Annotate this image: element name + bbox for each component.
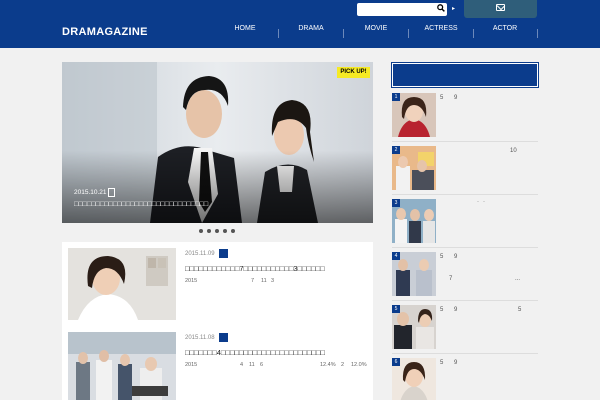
slider-dot[interactable]	[231, 229, 235, 233]
excerpt-text: 2	[341, 362, 345, 368]
search-input[interactable]	[357, 3, 447, 16]
ranking-header	[391, 62, 539, 88]
featured-slider[interactable]	[62, 62, 373, 223]
folder-icon	[108, 188, 115, 197]
slider-dot[interactable]	[199, 229, 203, 233]
excerpt-text: 7	[251, 278, 255, 284]
article-title[interactable]: □□□□□□□□□□□□7□□□□□□□□□□□3□□□□□□	[185, 264, 325, 273]
main-nav: HOME DRAMA MOVIE ACTRESS ACTOR	[212, 24, 538, 38]
ranking-item[interactable]: 4 5 9 7 ...	[392, 252, 538, 305]
nav-item-movie[interactable]: MOVIE	[343, 24, 409, 38]
contact-button[interactable]	[464, 0, 537, 18]
ranking-text: 10	[510, 148, 517, 154]
excerpt-text: 4	[240, 362, 244, 368]
rank-number: 5	[392, 305, 400, 313]
article-title[interactable]: □□□□□□□4□□□□□□□□□□□□□□□□□□□□□□□	[185, 348, 325, 357]
slide-date: 2015.10.21	[74, 189, 107, 196]
ranking-text: ...	[515, 276, 521, 282]
excerpt-text: 2015	[185, 362, 198, 368]
article-date: 2015.11.09	[185, 251, 215, 257]
nav-divider	[537, 29, 538, 38]
ranking-text: 5	[440, 360, 444, 366]
article-card[interactable]: 2015.11.09 □□□□□□□□□□□□7□□□□□□□□□□□3□□□□…	[62, 242, 373, 329]
ranking-text: 5	[440, 254, 444, 260]
rank-number: 6	[392, 358, 400, 366]
article-thumbnail	[68, 248, 176, 320]
rank-number: 4	[392, 252, 400, 260]
ranking-item[interactable]: 6 5 9	[392, 358, 538, 400]
ranking-text: 9	[454, 307, 458, 313]
nav-item-home[interactable]: HOME	[212, 24, 278, 38]
featured-photo	[62, 62, 373, 223]
search-icon[interactable]	[436, 4, 445, 15]
excerpt-text: 11	[261, 278, 267, 284]
excerpt-text: 3	[271, 278, 275, 284]
ranking-divider	[392, 194, 538, 195]
rank-number: 1	[392, 93, 400, 101]
site-logo[interactable]: DRAMAGAZINE	[62, 26, 148, 38]
search-toggle-icon[interactable]: ▸	[452, 4, 455, 14]
mail-icon	[496, 4, 505, 11]
ranking-text: 9	[454, 95, 458, 101]
ranking-item[interactable]: 3 · ·	[392, 199, 538, 252]
article-date: 2015.11.08	[185, 335, 215, 341]
ranking-item[interactable]: 1 5 9	[392, 93, 538, 146]
ranking-divider	[392, 247, 538, 248]
nav-item-drama[interactable]: DRAMA	[278, 24, 344, 38]
site-header: DRAMAGAZINE ▸ HOME DRAMA MOVIE ACTRESS A…	[0, 0, 600, 48]
excerpt-text: 6	[260, 362, 264, 368]
excerpt-text: 11	[249, 362, 255, 368]
nav-item-actress[interactable]: ACTRESS	[408, 24, 474, 38]
excerpt-text: 12.4%	[320, 362, 336, 368]
ranking-text: 7	[449, 276, 453, 282]
folder-icon[interactable]	[219, 333, 228, 342]
article-card[interactable]: 2015.11.08 □□□□□□□4□□□□□□□□□□□□□□□□□□□□□…	[62, 326, 373, 400]
rank-number: 3	[392, 199, 400, 207]
ranking-divider	[392, 141, 538, 142]
ranking-text: 5	[518, 307, 522, 313]
ranking-text: 5	[440, 95, 444, 101]
excerpt-text: 2015	[185, 278, 198, 284]
slider-pagination	[199, 229, 244, 235]
slide-title[interactable]: □□□□□□□□□□□□□□□□□□□□□□□□□□□□□□□	[74, 201, 208, 208]
pickup-badge: PICK UP!	[337, 67, 370, 78]
ranking-text: ·	[483, 199, 485, 205]
article-thumbnail	[68, 332, 176, 400]
ranking-text: ·	[477, 199, 479, 205]
slider-dot[interactable]	[223, 229, 227, 233]
ranking-item[interactable]: 2 10	[392, 146, 538, 199]
slider-dot[interactable]	[207, 229, 211, 233]
slider-dot[interactable]	[215, 229, 219, 233]
folder-icon[interactable]	[219, 249, 228, 258]
ranking-text: 9	[454, 360, 458, 366]
ranking-text: 9	[454, 254, 458, 260]
excerpt-text: 12.0%	[351, 362, 367, 368]
ranking-divider	[392, 353, 538, 354]
ranking-text: 5	[440, 307, 444, 313]
nav-item-actor[interactable]: ACTOR	[472, 24, 538, 38]
ranking-divider	[392, 300, 538, 301]
ranking-item[interactable]: 5 5 9 5	[392, 305, 538, 358]
rank-number: 2	[392, 146, 400, 154]
